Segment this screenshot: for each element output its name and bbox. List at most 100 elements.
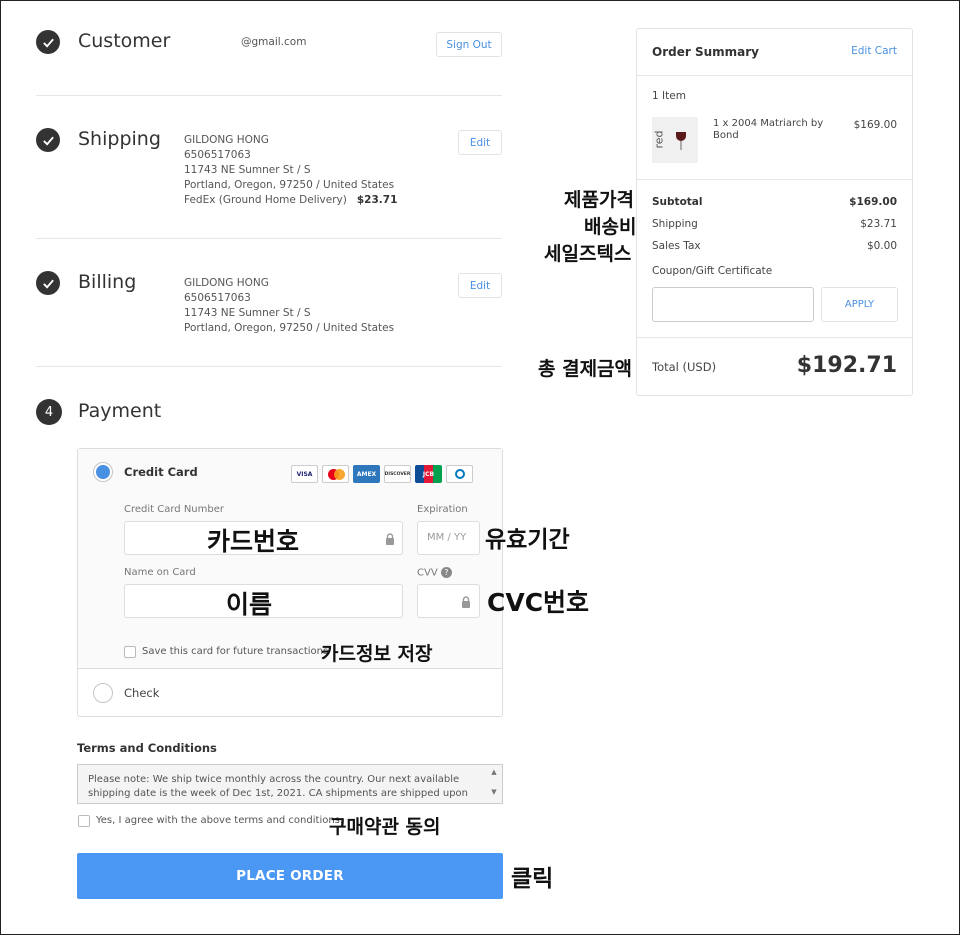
credit-card-radio[interactable] bbox=[93, 462, 113, 482]
thumbnail-label: red bbox=[652, 130, 666, 149]
check-label: Check bbox=[124, 686, 160, 700]
product-thumbnail: red bbox=[652, 117, 698, 163]
shipping-value: $23.71 bbox=[860, 218, 897, 230]
shipping-phone: 6506517063 bbox=[184, 149, 251, 161]
tax-value: $0.00 bbox=[866, 240, 897, 252]
billing-street: 11743 NE Sumner St / S bbox=[184, 307, 311, 319]
edit-cart-link[interactable]: Edit Cart bbox=[851, 45, 897, 57]
subtotal-label: Subtotal bbox=[652, 196, 703, 208]
shipping-label: Shipping bbox=[652, 218, 698, 230]
coupon-input[interactable] bbox=[652, 287, 814, 322]
agree-terms-checkbox[interactable] bbox=[78, 815, 90, 827]
shipping-street: 11743 NE Sumner St / S bbox=[184, 164, 311, 176]
annotation-expiry: 유효기간 bbox=[485, 527, 570, 553]
billing-step: Billing GILDONG HONG 6506517063 11743 NE… bbox=[36, 271, 502, 341]
shipping-step: Shipping GILDONG HONG 6506517063 11743 N… bbox=[36, 128, 502, 218]
divider bbox=[637, 179, 912, 180]
diners-icon bbox=[446, 465, 473, 483]
shipping-city: Portland, Oregon, 97250 / United States bbox=[184, 179, 395, 191]
completed-check-icon bbox=[36, 128, 60, 152]
sign-out-button[interactable]: Sign Out bbox=[436, 32, 502, 57]
annotation-total-payment: 총 결제금액 bbox=[538, 358, 633, 380]
billing-city: Portland, Oregon, 97250 / United States bbox=[184, 322, 395, 334]
total-label: Total (USD) bbox=[652, 360, 717, 374]
expiration-placeholder: MM / YY bbox=[427, 532, 467, 543]
total-value: $192.71 bbox=[796, 353, 897, 378]
tax-label: Sales Tax bbox=[652, 240, 701, 252]
terms-heading: Terms and Conditions bbox=[77, 741, 217, 755]
place-order-button[interactable]: PLACE ORDER bbox=[77, 853, 503, 899]
card-logos: VISA AMEX DISCOVER JCB bbox=[291, 465, 473, 483]
divider bbox=[36, 95, 502, 96]
jcb-icon: JCB bbox=[415, 465, 442, 483]
apply-coupon-button[interactable]: APPLY bbox=[821, 287, 898, 322]
tax-row: Sales Tax $0.00 bbox=[652, 240, 897, 252]
annotation-agree-terms: 구매약관 동의 bbox=[329, 816, 441, 838]
cvv-label-text: CVV bbox=[417, 567, 438, 579]
item-name-line1: 1 x 2004 Matriarch by bbox=[713, 118, 824, 129]
lock-icon bbox=[462, 596, 470, 608]
annotation-shipping-fee: 배송비 bbox=[584, 216, 637, 238]
divider bbox=[637, 75, 912, 76]
save-card-label: Save this card for future transactions bbox=[142, 646, 329, 657]
name-on-card-label: Name on Card bbox=[124, 567, 196, 578]
annotation-cvc: CVC번호 bbox=[487, 588, 590, 617]
subtotal-row: Subtotal $169.00 bbox=[652, 196, 897, 208]
wine-glass-icon bbox=[676, 132, 686, 141]
completed-check-icon bbox=[36, 271, 60, 295]
credit-card-panel: Credit Card VISA AMEX DISCOVER JCB Credi… bbox=[78, 449, 502, 669]
billing-edit-button[interactable]: Edit bbox=[458, 273, 502, 298]
subtotal-value: $169.00 bbox=[849, 196, 897, 208]
scrollbar[interactable]: ▲ ▼ bbox=[488, 767, 500, 801]
step-number-badge: 4 bbox=[36, 399, 62, 425]
divider bbox=[637, 337, 912, 338]
customer-title: Customer bbox=[78, 30, 171, 52]
divider bbox=[36, 366, 502, 367]
shipping-method: FedEx (Ground Home Delivery) $23.71 bbox=[184, 193, 397, 208]
shipping-name: GILDONG HONG bbox=[184, 134, 269, 146]
payment-methods-box: Credit Card VISA AMEX DISCOVER JCB Credi… bbox=[77, 448, 503, 717]
item-price: $169.00 bbox=[853, 119, 897, 131]
completed-check-icon bbox=[36, 30, 60, 54]
mastercard-icon bbox=[322, 465, 349, 483]
customer-email: @gmail.com bbox=[241, 36, 307, 48]
annotation-product-price: 제품가격 bbox=[564, 189, 634, 211]
shipping-edit-button[interactable]: Edit bbox=[458, 130, 502, 155]
terms-text: Please note: We ship twice monthly acros… bbox=[88, 774, 469, 799]
credit-card-label: Credit Card bbox=[124, 465, 198, 479]
item-name: 1 x 2004 Matriarch by Bond bbox=[713, 118, 823, 142]
shipping-title: Shipping bbox=[78, 128, 161, 150]
billing-title: Billing bbox=[78, 271, 137, 293]
discover-icon: DISCOVER bbox=[384, 465, 411, 483]
coupon-label: Coupon/Gift Certificate bbox=[652, 265, 773, 277]
order-summary: Order Summary Edit Cart 1 Item red 1 x 2… bbox=[636, 28, 913, 396]
customer-step: Customer @gmail.com Sign Out bbox=[36, 30, 502, 70]
annotation-click: 클릭 bbox=[511, 866, 554, 892]
lock-icon bbox=[386, 533, 394, 545]
cvv-input[interactable] bbox=[417, 584, 480, 618]
discover-text: DISCOVER bbox=[384, 471, 411, 477]
shipping-method-name: FedEx (Ground Home Delivery) bbox=[184, 194, 347, 206]
annotation-card-number: 카드번호 bbox=[207, 527, 300, 556]
expiration-input[interactable]: MM / YY bbox=[417, 521, 480, 555]
expiration-label: Expiration bbox=[417, 504, 468, 515]
amex-icon: AMEX bbox=[353, 465, 380, 483]
cvv-label: CVV ? bbox=[417, 567, 452, 579]
agree-terms-label: Yes, I agree with the above terms and co… bbox=[96, 815, 344, 826]
billing-address: GILDONG HONG 6506517063 11743 NE Sumner … bbox=[184, 276, 394, 336]
visa-icon: VISA bbox=[291, 465, 318, 483]
help-icon[interactable]: ? bbox=[440, 567, 452, 578]
divider bbox=[36, 238, 502, 239]
order-summary-title: Order Summary bbox=[652, 45, 759, 59]
payment-title: Payment bbox=[78, 400, 162, 422]
billing-phone: 6506517063 bbox=[184, 292, 251, 304]
annotation-save-card: 카드정보 저장 bbox=[321, 643, 433, 665]
card-number-label: Credit Card Number bbox=[124, 504, 224, 515]
item-count: 1 Item bbox=[652, 90, 686, 102]
terms-textarea[interactable]: Please note: We ship twice monthly acros… bbox=[77, 764, 503, 804]
annotation-name: 이름 bbox=[226, 590, 273, 619]
check-radio[interactable] bbox=[93, 683, 113, 703]
item-name-line2: Bond bbox=[713, 130, 739, 141]
save-card-checkbox[interactable] bbox=[124, 646, 136, 658]
shipping-address: GILDONG HONG 6506517063 11743 NE Sumner … bbox=[184, 133, 397, 208]
